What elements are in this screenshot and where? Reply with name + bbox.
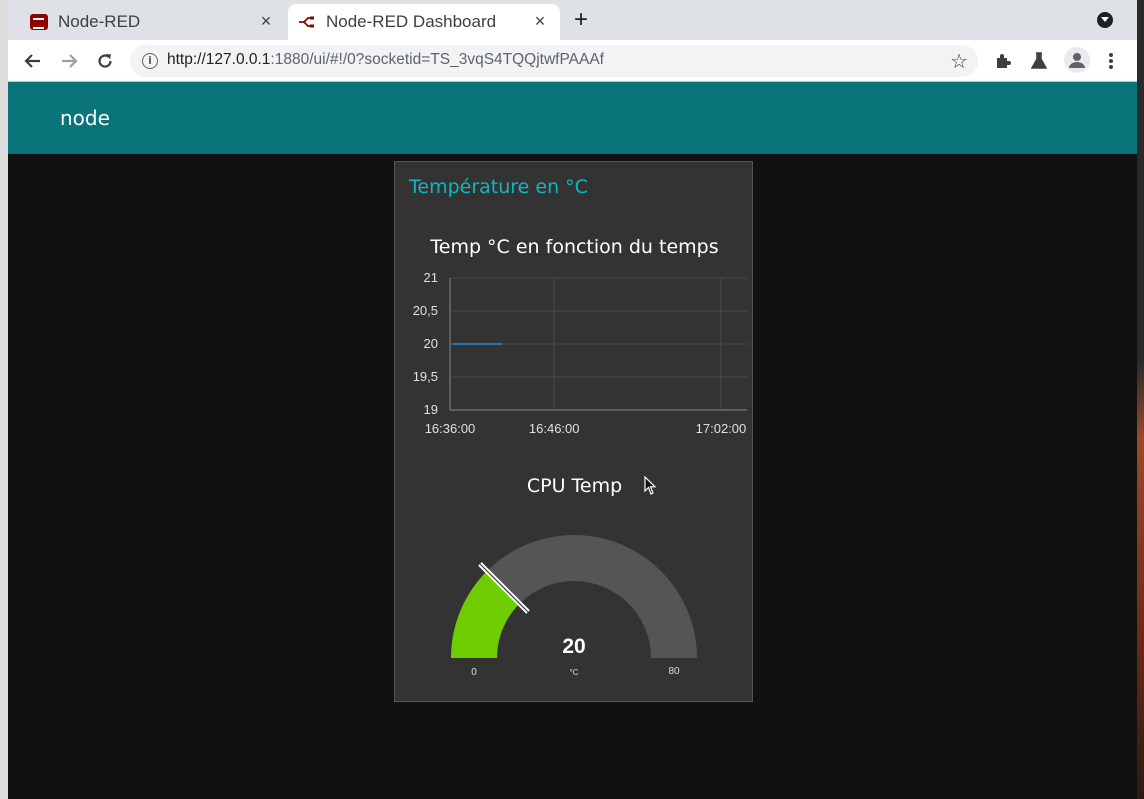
screen: Node-RED × Node-RED Dashboard × + i http…: [0, 0, 1144, 799]
new-tab-button[interactable]: +: [568, 8, 594, 34]
bookmark-star-icon[interactable]: ☆: [950, 49, 968, 73]
extensions-puzzle-icon[interactable]: [992, 50, 1014, 72]
address-bar[interactable]: i http://127.0.0.1:1880/ui/#!/0?socketid…: [130, 45, 978, 77]
tab-title: Node-RED Dashboard: [326, 12, 497, 31]
gauge-title: CPU Temp: [526, 475, 623, 497]
desktop-edge-right: [1137, 0, 1144, 799]
gauge-max-label: 80: [668, 666, 680, 677]
url-text[interactable]: http://127.0.0.1:1880/ui/#!/0?socketid=T…: [167, 51, 604, 69]
y-tick-label: 19,5: [413, 369, 438, 384]
tab-search-icon[interactable]: [1097, 12, 1113, 28]
node-red-dashboard-favicon-icon: [298, 14, 316, 30]
profile-avatar-icon[interactable]: [1064, 47, 1090, 73]
node-red-favicon-icon: [30, 14, 48, 30]
line-chart: 21 20,5 20 19,5 19 16:36:00 16:46:00 17:02:00: [413, 270, 747, 436]
close-tab-icon[interactable]: ×: [256, 11, 276, 31]
y-tick-label: 19: [424, 402, 438, 417]
group-title: Température en °C: [409, 176, 588, 198]
back-arrow-icon[interactable]: [20, 48, 46, 74]
tab-node-red-dashboard[interactable]: Node-RED Dashboard ×: [288, 4, 560, 40]
labs-flask-icon[interactable]: [1028, 50, 1050, 72]
gauge-value: 20: [562, 635, 585, 658]
more-menu-icon[interactable]: [1100, 50, 1122, 72]
reload-icon[interactable]: [92, 48, 118, 74]
forward-arrow-icon[interactable]: [56, 48, 82, 74]
dashboard-title: node: [60, 106, 110, 130]
y-tick-label: 20: [424, 336, 438, 351]
chart-title: Temp °C en fonction du temps: [430, 236, 719, 258]
mouse-pointer-icon: [644, 475, 658, 500]
tab-node-red[interactable]: Node-RED ×: [20, 4, 286, 40]
x-tick-label: 16:46:00: [529, 421, 580, 436]
site-info-icon[interactable]: i: [142, 53, 158, 69]
group-card: Température en °C Temp °C en fonction du…: [394, 161, 753, 702]
tab-title: Node-RED: [58, 12, 141, 31]
browser-toolbar: i http://127.0.0.1:1880/ui/#!/0?socketid…: [8, 40, 1137, 82]
y-tick-label: 20,5: [413, 303, 438, 318]
gauge-min-label: 0: [471, 667, 477, 678]
close-tab-icon[interactable]: ×: [530, 11, 550, 31]
x-tick-label: 16:36:00: [425, 421, 476, 436]
browser-window: Node-RED × Node-RED Dashboard × + i http…: [8, 0, 1137, 799]
tab-strip: Node-RED × Node-RED Dashboard × +: [8, 0, 1137, 40]
dashboard-header: node: [8, 82, 1137, 154]
y-tick-label: 21: [424, 270, 438, 285]
url-host: http://127.0.0.1: [167, 51, 271, 68]
desktop-edge-left: [0, 0, 8, 799]
url-path: :1880/ui/#!/0?socketid=TS_3vqS4TQQjtwfPA…: [270, 51, 604, 68]
gauge-unit: °C: [570, 668, 579, 677]
cpu-temp-gauge: 20 °C 0 80: [451, 535, 697, 678]
x-tick-label: 17:02:00: [696, 421, 747, 436]
